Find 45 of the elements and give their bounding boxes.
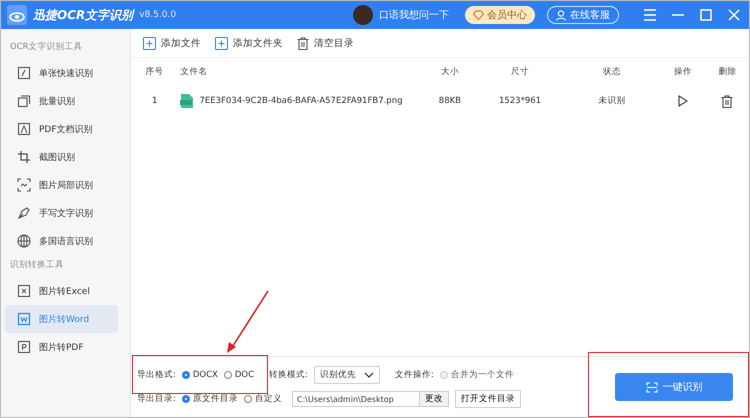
option-label: 转换模式: (269, 369, 308, 381)
column-header: 大小 (440, 66, 459, 78)
column-header: 删除 (718, 66, 736, 78)
column-header: 文件名 (180, 66, 208, 78)
toolbar-button[interactable]: 清空目录 (297, 36, 354, 50)
path-field[interactable]: C:\Users\admin\Desktop (292, 391, 420, 407)
radio-option[interactable]: DOC (224, 370, 254, 380)
column-header: 尺寸 (511, 66, 529, 78)
option-label: 导出格式: (137, 369, 176, 381)
toolbar-button[interactable]: 添加文件 (143, 36, 201, 50)
sidebar-item[interactable]: PDF文档识别 (5, 115, 118, 143)
sidebar-item[interactable]: 单张快速识别 (5, 59, 118, 87)
table-cell: 未识别 (598, 95, 626, 107)
column-header: 序号 (146, 66, 164, 78)
toolbar-button[interactable]: 添加文件夹 (215, 36, 283, 50)
option-label: 文件操作: (394, 369, 434, 381)
online-service-button[interactable]: 在线客服 (547, 6, 619, 24)
change-button[interactable]: 更改 (420, 391, 449, 407)
table-cell: 1523*961 (498, 96, 542, 106)
column-header: 操作 (674, 66, 692, 78)
option-label: 导出目录: (137, 393, 176, 405)
sidebar-item[interactable]: 截图识别 (5, 143, 118, 171)
mode-dropdown[interactable]: 识别优先 (314, 366, 380, 384)
table-cell: 88KB (438, 96, 462, 106)
sidebar-item[interactable]: 图片转PDF (5, 333, 118, 361)
sidebar-item[interactable]: 手写文字识别 (5, 199, 118, 227)
table-cell: 7EE3F034-9C2B-4ba6-BAFA-A57E2FA91FB7.png (199, 96, 402, 106)
checkbox-option: 合并为一个文件 (440, 369, 514, 381)
radio-option[interactable]: 自定义 (244, 393, 282, 405)
recognize-button[interactable]: 一键识别 (615, 373, 733, 401)
sidebar-item[interactable]: 图片局部识别 (5, 171, 118, 199)
radio-option[interactable]: 原文件目录 (182, 393, 238, 405)
app-version: v8.5.0.0 (139, 10, 176, 20)
sidebar-item[interactable]: 批量识别 (5, 87, 118, 115)
vip-center-button[interactable]: 会员中心 (465, 6, 535, 24)
table-cell: 1 (152, 96, 158, 106)
sidebar-item[interactable]: 图片转Excel (5, 277, 118, 305)
section-title: OCR文字识别工具 (9, 40, 84, 54)
open-folder-button[interactable]: 打开文件目录 (454, 390, 521, 408)
sidebar-item[interactable]: 多国语言识别 (5, 227, 118, 255)
column-header: 状态 (602, 66, 621, 78)
section-title: 识别转换工具 (9, 259, 65, 272)
app-name: 迅捷OCR文字识别 (33, 6, 134, 24)
radio-option[interactable]: DOCX (182, 370, 218, 380)
user-name[interactable]: 口语我想问一下 (379, 8, 449, 22)
